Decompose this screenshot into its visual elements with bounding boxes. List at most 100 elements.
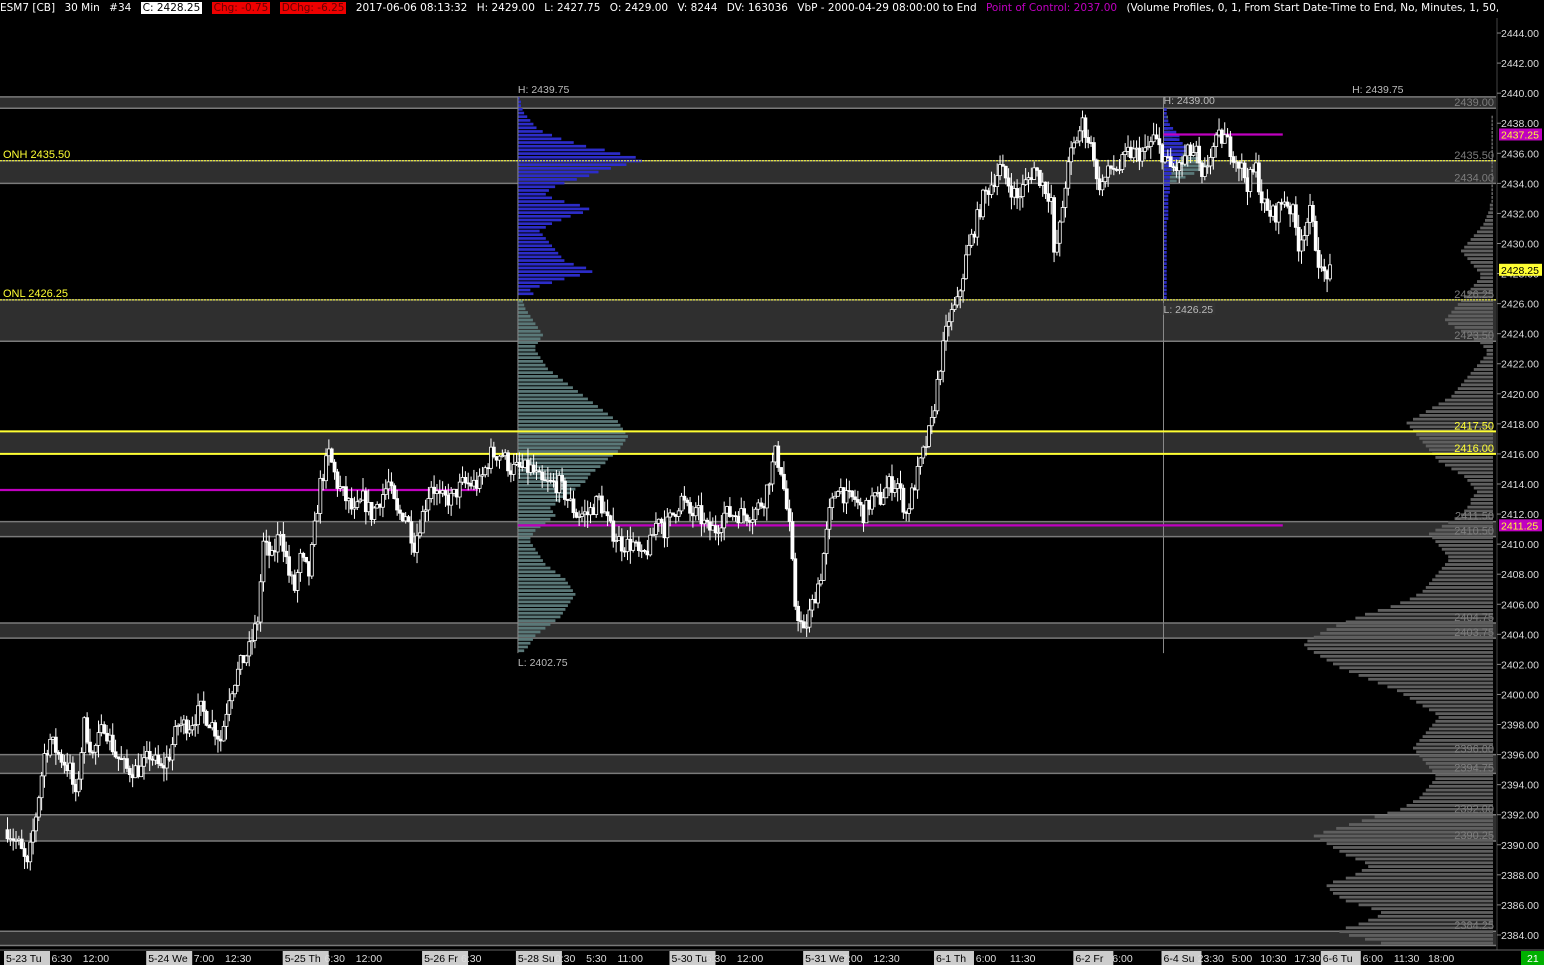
level-price-label: 2410.50 (1454, 526, 1494, 538)
volume-profile-bar (1473, 368, 1493, 371)
candle-body (1003, 165, 1008, 179)
volume-profile-bar (1422, 792, 1493, 796)
candle-body (1242, 162, 1247, 179)
candle-body (818, 580, 823, 585)
volume-profile-bar (1470, 261, 1493, 264)
session-profile-bar (517, 137, 562, 141)
session-profile-bar (517, 333, 543, 337)
x-tick-label: 0:30 (555, 953, 576, 965)
corner-value: 21 (1527, 953, 1539, 965)
session-profile-bar (517, 203, 580, 207)
session-profile-bar (517, 285, 540, 288)
session-profile-bar (517, 423, 621, 427)
session-profile-bar (517, 167, 611, 170)
session-profile-bar (517, 133, 553, 137)
candle-body (187, 729, 192, 734)
x-tick-label: 12:30 (225, 953, 251, 965)
candle-body (295, 572, 300, 591)
session-profile-bar (517, 641, 531, 645)
session-profile-bar (517, 344, 536, 348)
candle-body (34, 816, 38, 832)
volume-profile-bar (1307, 639, 1493, 643)
y-tick-label: 2392.00 (1501, 810, 1539, 822)
candle-body (850, 490, 855, 498)
x-tick-label: 11:30 (1010, 953, 1036, 965)
candle-body (1154, 134, 1159, 140)
candle-body (5, 829, 10, 840)
session-profile-bar (517, 163, 627, 167)
candle-body (892, 488, 897, 493)
session-profile-bar (517, 189, 549, 192)
session-profile-bar (517, 155, 636, 159)
candle-body (59, 753, 64, 763)
volume-profile-bar (1491, 138, 1493, 142)
candle-body (571, 498, 576, 513)
candle-body (449, 492, 454, 506)
volume-profile-bar (1448, 314, 1493, 318)
volume-profile-bar (1403, 693, 1493, 696)
candle-body (1197, 145, 1202, 164)
candle-body (599, 495, 604, 514)
volume-profile-bar (1416, 433, 1493, 436)
x-tick-label: 6:00 (1112, 953, 1133, 965)
session-profile-bar (517, 514, 556, 517)
session-profile-bar (517, 307, 526, 311)
session-profile-bar (1163, 153, 1183, 157)
level-price-label: 2426.25 (1454, 289, 1494, 301)
volume-profile-bar (1486, 215, 1493, 218)
candle-body (1023, 179, 1028, 186)
candle-body (142, 757, 146, 767)
candle-body (787, 508, 792, 522)
volume-profile-bar (1489, 207, 1493, 211)
session-profile-bar (517, 367, 548, 371)
x-tick-label: 5-24 We (148, 953, 188, 965)
session-profile-bar (517, 371, 553, 375)
candle-body (782, 473, 786, 490)
volume-profile-bar (1409, 597, 1493, 601)
session-profile-bar (517, 266, 587, 270)
session-profile-bar (517, 566, 551, 570)
session-profile-bar (517, 420, 618, 423)
candle-body (1060, 207, 1065, 223)
candle-body (312, 520, 317, 545)
volume-profile-bar (1491, 146, 1493, 150)
y-tick-label: 2426.00 (1501, 299, 1539, 311)
session-profile-bar (517, 311, 528, 314)
candle-body (898, 483, 903, 489)
candle-body (1322, 266, 1327, 272)
candle-body (258, 581, 263, 623)
session-profile-bar (517, 111, 525, 115)
volume-profile-bar (1483, 356, 1493, 360)
candle-body (127, 768, 132, 776)
session-profile-bar (517, 457, 608, 461)
candle-body (1248, 169, 1253, 192)
price-chart[interactable]: ONH 2435.50 ONL 2426.25 2439.00 2435.50 2434… (0, 0, 1544, 965)
candle-body (918, 457, 923, 467)
level-line-label: ONL 2426.25 (3, 288, 68, 300)
session-profile-bar (517, 281, 553, 285)
y-tick-label: 2414.00 (1501, 479, 1539, 491)
session-profile-bar (517, 375, 558, 378)
volume-profile-bar (1451, 467, 1493, 471)
y-tick-label: 2418.00 (1501, 419, 1539, 431)
session-profile-bar (517, 273, 580, 277)
session-profile-bar (517, 559, 543, 562)
volume-profile-bar (1477, 230, 1493, 234)
session-profile-bar (517, 600, 571, 604)
candle-body (807, 609, 812, 628)
volume-profile-bar (1473, 234, 1493, 238)
candle-body (870, 495, 874, 510)
session-profile-bar (517, 484, 581, 487)
volume-profile-bar (1467, 375, 1493, 379)
session-profile-bar (517, 233, 543, 237)
session-profile-bar (517, 427, 623, 431)
candle-body (560, 475, 564, 482)
candle-body (1148, 141, 1153, 148)
candle-body (415, 535, 419, 553)
candle-body (1285, 201, 1290, 207)
volume-profile-bar (1333, 880, 1493, 884)
volume-profile-bar (1422, 589, 1493, 593)
volume-profile-bar (1445, 318, 1493, 322)
candle-body (1055, 242, 1059, 253)
session-profile-bar (517, 348, 536, 352)
